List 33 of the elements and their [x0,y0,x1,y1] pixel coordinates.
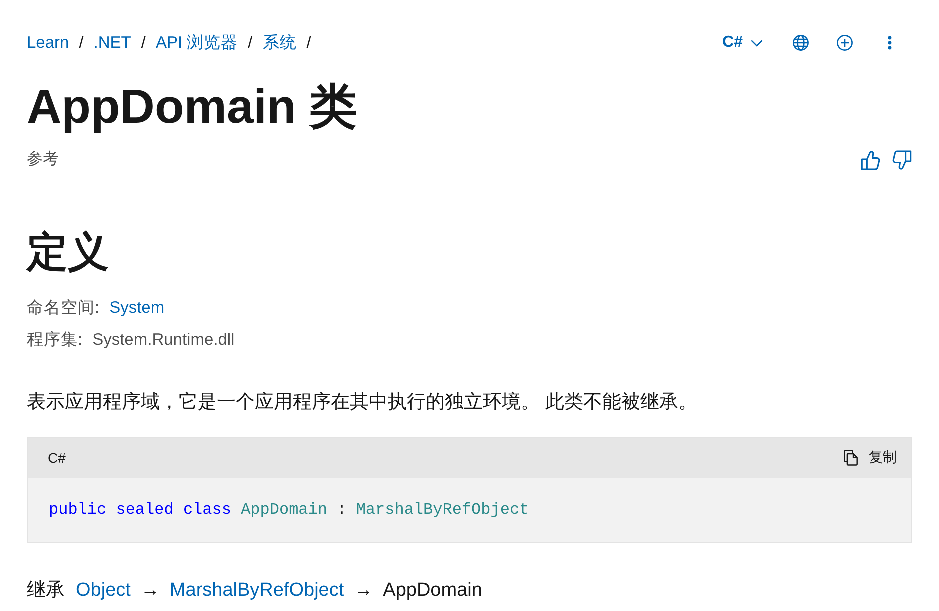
breadcrumb-separator: / [79,33,84,54]
breadcrumb-link[interactable]: Learn [27,31,70,55]
code-line: public sealed class AppDomain : MarshalByRefObject [49,500,530,521]
class-description: 表示应用程序域，它是一个应用程序在其中执行的独立环境。 此类不能被继承。 [27,391,698,415]
thumbs-down-icon[interactable] [892,150,912,170]
section-heading: 定义 [27,228,109,276]
meta-value: System.Runtime.dll [92,330,235,351]
breadcrumb-link[interactable]: .NET [94,31,132,55]
vertical-ellipsis-icon[interactable] [888,36,892,50]
page-title: AppDomain 类 [27,80,358,136]
breadcrumb-separator: / [141,33,146,54]
inheritance-arrow: → [354,579,374,603]
language-selector[interactable]: C# [722,31,763,55]
type-link[interactable]: MarshalByRefObject [170,577,344,605]
breadcrumb-link[interactable]: API 浏览器 [156,31,238,55]
inheritance-arrow: → [140,579,160,603]
circle-plus-icon[interactable] [837,35,853,51]
copy-button[interactable]: 复制 [844,449,897,467]
copy-icon [844,450,858,466]
page-subtitle: 参考 [27,150,59,170]
breadcrumb-separator: / [306,33,312,54]
meta-label: 程序集: [27,330,83,351]
thumbs-up-icon[interactable] [861,150,881,170]
meta-label: 命名空间: [27,298,100,319]
type-link[interactable]: Object [76,577,131,605]
globe-icon[interactable] [793,35,809,51]
meta-link[interactable]: System [110,296,165,320]
inheritance-label: 继承 [27,579,65,603]
chevron-down-icon [751,40,763,46]
breadcrumb-separator: / [248,33,253,54]
breadcrumb-link[interactable]: 系统 [262,31,297,55]
code-language-label: C# [48,450,66,466]
current-type-name: AppDomain [383,579,482,603]
